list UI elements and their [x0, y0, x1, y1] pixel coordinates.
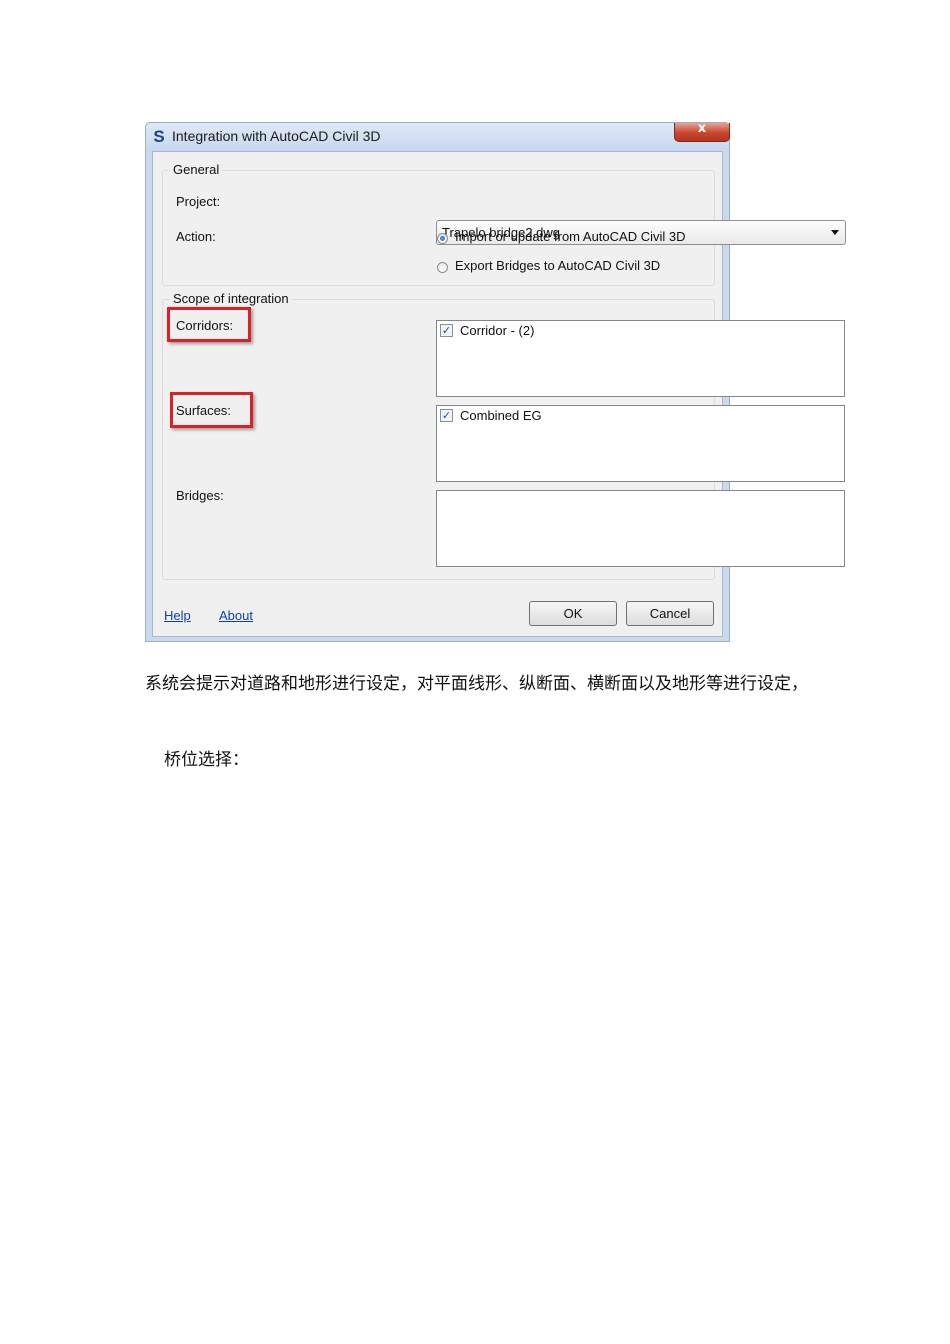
- close-button[interactable]: x: [674, 121, 730, 142]
- surfaces-highlight-box: [170, 392, 253, 428]
- bridges-label: Bridges:: [176, 488, 224, 503]
- surfaces-list[interactable]: ✓ Combined EG: [436, 405, 845, 482]
- export-radio-label[interactable]: Export Bridges to AutoCAD Civil 3D: [455, 258, 660, 273]
- section-heading: 桥位选择：: [164, 750, 249, 770]
- import-radio-label[interactable]: Import or update from AutoCAD Civil 3D: [455, 229, 685, 244]
- checkbox-checked-icon[interactable]: ✓: [440, 324, 453, 337]
- corridor-item-label: Corridor - (2): [460, 323, 535, 338]
- import-radio[interactable]: [437, 233, 448, 244]
- general-group-label: General: [170, 162, 223, 177]
- body-paragraph: 系统会提示对道路和地形进行设定，对平面线形、纵断面、横断面以及地形等进行设定，: [145, 674, 808, 694]
- corridors-highlight-box: [167, 307, 251, 342]
- integration-dialog: S Integration with AutoCAD Civil 3D x Ge…: [145, 121, 846, 642]
- dialog-title: Integration with AutoCAD Civil 3D: [172, 128, 381, 144]
- close-icon: x: [697, 121, 707, 136]
- checkbox-checked-icon[interactable]: ✓: [440, 409, 453, 422]
- title-bar[interactable]: S Integration with AutoCAD Civil 3D x: [146, 121, 730, 151]
- bridges-list[interactable]: [436, 490, 845, 567]
- help-link[interactable]: Help: [164, 608, 191, 623]
- project-label: Project:: [176, 194, 221, 209]
- corridors-list[interactable]: ✓ Corridor - (2): [436, 320, 845, 397]
- cancel-button[interactable]: Cancel: [626, 601, 714, 626]
- surface-item-label: Combined EG: [460, 408, 542, 423]
- action-label: Action:: [176, 229, 216, 244]
- chevron-down-icon: [831, 230, 839, 235]
- ok-button[interactable]: OK: [529, 601, 617, 626]
- app-logo-icon: S: [153, 127, 165, 146]
- dialog-body: General Project: Trapelo bridge2.dwg Act…: [152, 151, 846, 637]
- scope-group-label: Scope of integration: [170, 291, 292, 306]
- export-radio[interactable]: [437, 262, 448, 273]
- about-link[interactable]: About: [219, 608, 253, 623]
